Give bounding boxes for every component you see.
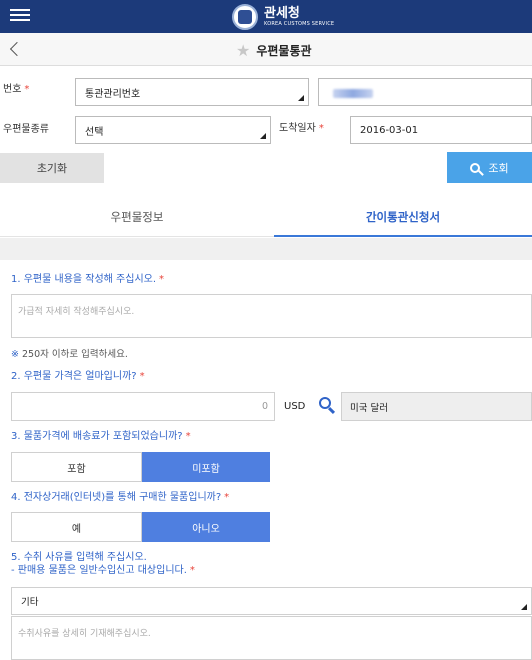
dropdown-arrow-icon — [521, 604, 527, 610]
mail-type-label: 우편물종류 — [3, 124, 49, 135]
arrival-date-value: 2016-03-01 — [360, 124, 419, 136]
content-textarea[interactable]: 가급적 자세히 작성해주십시오. — [11, 294, 532, 338]
search-icon — [470, 162, 481, 173]
number-type-value: 통관관리번호 — [85, 88, 141, 100]
ecommerce-yes-option[interactable]: 예 — [11, 512, 142, 542]
currency-search-icon[interactable] — [317, 396, 337, 416]
dropdown-arrow-icon — [260, 133, 266, 139]
question-1-label: 1. 우편물 내용을 작성해 주십시오. * — [11, 274, 165, 285]
reason-detail-textarea[interactable]: 수취사유를 상세히 기재해주십시오. — [11, 616, 532, 660]
redacted-value — [333, 89, 373, 98]
favorite-star-icon[interactable]: ★ — [236, 41, 250, 60]
kcs-logo[interactable]: 관세청 KOREA CUSTOMS SERVICE — [232, 3, 334, 31]
question-2-label: 2. 우편물 가격은 얼마입니까? * — [11, 371, 145, 382]
search-button-label: 조회 — [488, 161, 509, 175]
number-input[interactable] — [318, 78, 532, 106]
required-mark: * — [24, 84, 30, 95]
dropdown-arrow-icon — [298, 95, 304, 101]
emblem-icon — [232, 4, 258, 30]
reason-select[interactable]: 기타 — [11, 587, 532, 615]
page-title-bar: ★ 우편물통관 — [0, 33, 532, 66]
currency-name-field: 미국 달러 — [341, 392, 532, 421]
number-type-select[interactable]: 통관관리번호 — [75, 78, 309, 106]
price-input[interactable]: 0 — [11, 392, 275, 421]
arrival-date-label: 도착일자 * — [279, 123, 324, 134]
tab-mail-info[interactable]: 우편물정보 — [0, 198, 274, 237]
question-3-label: 3. 물품가격에 배송료가 포함되었습니까? * — [11, 431, 191, 442]
search-button[interactable]: 조회 — [447, 152, 532, 183]
reason-detail-placeholder: 수취사유를 상세히 기재해주십시오. — [18, 629, 151, 639]
question-5-label: 5. 수취 사유를 입력해 주십시오. - 판매용 물품은 일반수입신고 대상입… — [11, 552, 195, 576]
reason-value: 기타 — [21, 597, 39, 608]
shipping-included-option[interactable]: 포함 — [11, 452, 142, 482]
shipping-excluded-option[interactable]: 미포함 — [142, 452, 270, 482]
number-label: 번호 * — [3, 84, 30, 95]
reset-button[interactable]: 초기화 — [0, 153, 104, 183]
required-mark: * — [318, 123, 324, 134]
section-divider — [0, 238, 532, 260]
app-header: 관세청 KOREA CUSTOMS SERVICE — [0, 0, 532, 33]
page-title: 우편물통관 — [256, 44, 312, 58]
hamburger-menu-icon[interactable] — [10, 6, 30, 26]
back-chevron-icon[interactable] — [8, 41, 24, 57]
ecommerce-no-option[interactable]: 아니오 — [142, 512, 270, 542]
char-limit-note: ※ 250자 이하로 입력하세요. — [11, 349, 128, 360]
mail-type-select[interactable]: 선택 — [75, 116, 271, 144]
logo-subtitle: KOREA CUSTOMS SERVICE — [264, 21, 335, 27]
mail-type-value: 선택 — [85, 126, 104, 138]
content-placeholder: 가급적 자세히 작성해주십시오. — [18, 307, 135, 317]
arrival-date-input[interactable]: 2016-03-01 — [350, 116, 532, 144]
question-4-label: 4. 전자상거래(인터넷)를 통해 구매한 물품입니까? * — [11, 492, 230, 503]
currency-code: USD — [284, 401, 306, 412]
logo-title: 관세청 — [264, 6, 300, 21]
tab-simple-declaration[interactable]: 간이통관신청서 — [274, 198, 532, 237]
